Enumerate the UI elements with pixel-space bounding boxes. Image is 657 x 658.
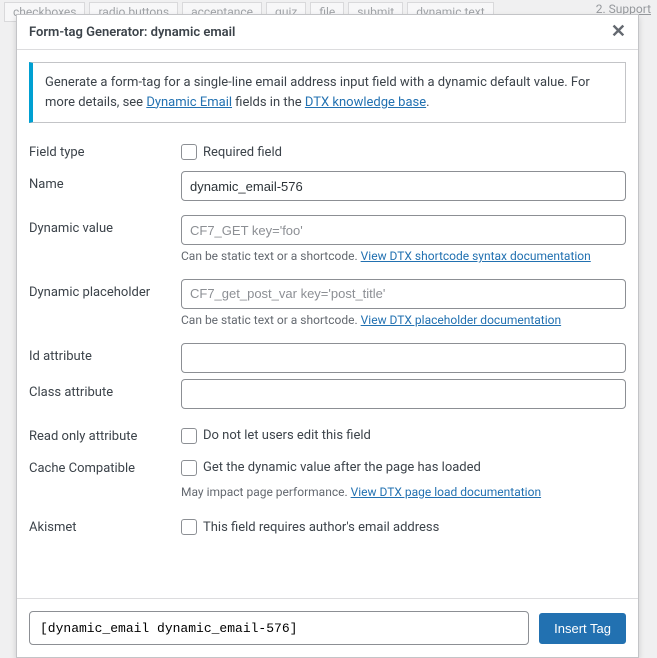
page-load-doc-link[interactable]: View DTX page load documentation xyxy=(351,485,541,499)
akismet-checkbox-label: This field requires author's email addre… xyxy=(203,520,439,535)
dialog-body: Generate a form-tag for a single-line em… xyxy=(17,50,638,558)
tag-output-field[interactable] xyxy=(29,611,529,645)
readonly-checkbox[interactable] xyxy=(181,428,197,444)
dynamic-email-link[interactable]: Dynamic Email xyxy=(146,95,232,110)
id-attribute-label: Id attribute xyxy=(29,343,181,364)
cache-label: Cache Compatible xyxy=(29,455,181,476)
dynamic-placeholder-hint: Can be static text or a shortcode. xyxy=(181,313,361,327)
name-input[interactable] xyxy=(181,171,626,201)
id-attribute-input[interactable] xyxy=(181,343,626,373)
dtx-knowledge-link[interactable]: DTX knowledge base xyxy=(305,95,426,110)
shortcode-syntax-link[interactable]: View DTX shortcode syntax documentation xyxy=(361,249,591,263)
class-attribute-label: Class attribute xyxy=(29,379,181,400)
readonly-label: Read only attribute xyxy=(29,423,181,444)
dynamic-value-hint: Can be static text or a shortcode. xyxy=(181,249,361,263)
info-text: . xyxy=(426,95,429,110)
dynamic-placeholder-label: Dynamic placeholder xyxy=(29,279,181,300)
dynamic-placeholder-input[interactable] xyxy=(181,279,626,309)
field-type-label: Field type xyxy=(29,139,181,160)
name-label: Name xyxy=(29,171,181,192)
dynamic-value-input[interactable] xyxy=(181,215,626,245)
form-tag-dialog: Form-tag Generator: dynamic email ✕ Gene… xyxy=(16,14,639,658)
akismet-label: Akismet xyxy=(29,514,181,535)
close-icon[interactable]: ✕ xyxy=(611,23,626,41)
akismet-checkbox[interactable] xyxy=(181,519,197,535)
required-label: Required field xyxy=(203,145,282,160)
cache-hint: May impact page performance. xyxy=(181,485,351,499)
dynamic-value-label: Dynamic value xyxy=(29,215,181,236)
info-text: fields in the xyxy=(232,95,305,110)
dialog-header: Form-tag Generator: dynamic email ✕ xyxy=(17,15,638,50)
cache-checkbox[interactable] xyxy=(181,460,197,476)
cache-checkbox-label: Get the dynamic value after the page has… xyxy=(203,460,481,475)
info-box: Generate a form-tag for a single-line em… xyxy=(29,62,626,123)
required-checkbox[interactable] xyxy=(181,144,197,160)
class-attribute-input[interactable] xyxy=(181,379,626,409)
dialog-title: Form-tag Generator: dynamic email xyxy=(29,25,235,40)
insert-tag-button[interactable]: Insert Tag xyxy=(539,613,626,644)
dialog-footer: Insert Tag xyxy=(17,598,638,657)
placeholder-doc-link[interactable]: View DTX placeholder documentation xyxy=(361,313,561,327)
readonly-checkbox-label: Do not let users edit this field xyxy=(203,428,371,443)
